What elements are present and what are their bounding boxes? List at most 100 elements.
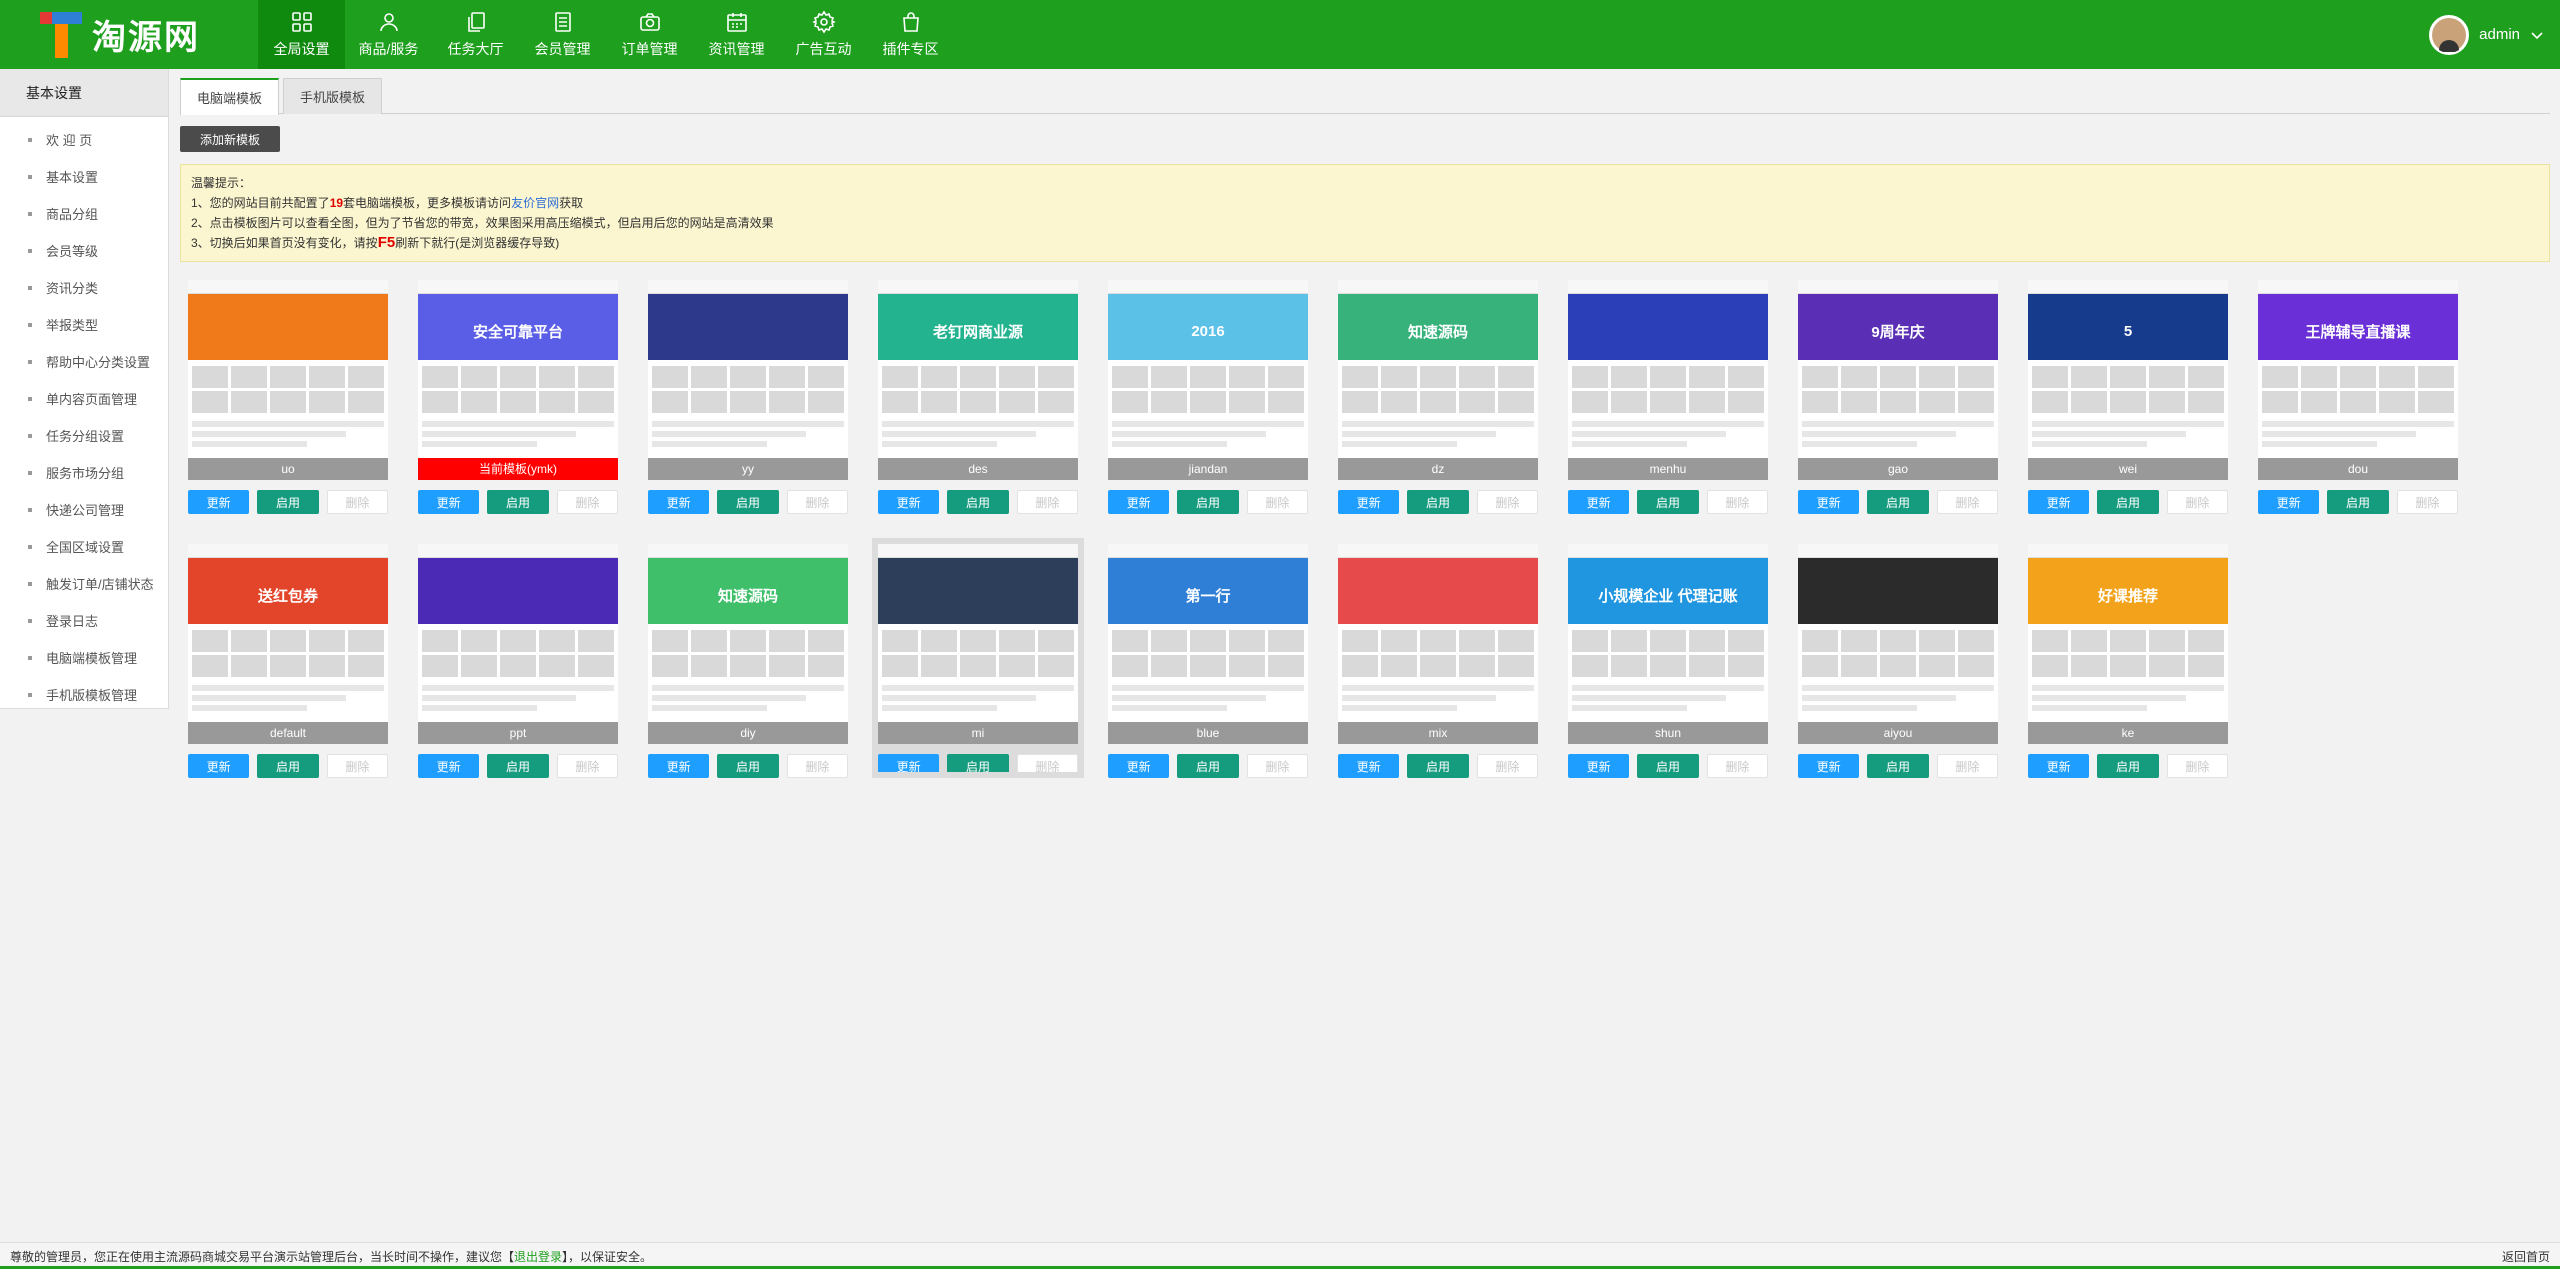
enable-button[interactable]: 启用 xyxy=(1637,754,1699,778)
enable-button[interactable]: 启用 xyxy=(947,754,1009,778)
enable-button[interactable]: 启用 xyxy=(1177,754,1239,778)
nav-item-5[interactable]: 资讯管理 xyxy=(693,0,780,69)
update-button[interactable]: 更新 xyxy=(1568,754,1630,778)
template-thumbnail[interactable]: uo xyxy=(188,280,388,480)
delete-button[interactable]: 删除 xyxy=(1706,490,1768,514)
nav-item-3[interactable]: 会员管理 xyxy=(519,0,606,69)
delete-button[interactable]: 删除 xyxy=(556,754,618,778)
update-button[interactable]: 更新 xyxy=(188,490,250,514)
tab-mobile-templates[interactable]: 手机版模板 xyxy=(283,78,383,114)
update-button[interactable]: 更新 xyxy=(188,754,250,778)
sidebar-item[interactable]: 手机版模板管理 xyxy=(0,676,168,713)
update-button[interactable]: 更新 xyxy=(1798,754,1860,778)
template-thumbnail[interactable]: aiyou xyxy=(1798,544,1998,744)
update-button[interactable]: 更新 xyxy=(648,754,710,778)
template-thumbnail[interactable]: 送红包券 default xyxy=(188,544,388,744)
delete-button[interactable]: 删除 xyxy=(1016,754,1078,778)
update-button[interactable]: 更新 xyxy=(1568,490,1630,514)
enable-button[interactable]: 启用 xyxy=(1407,490,1469,514)
sidebar-item[interactable]: 欢 迎 页 xyxy=(0,121,168,158)
enable-button[interactable]: 启用 xyxy=(2097,754,2159,778)
template-thumbnail[interactable]: 2016 jiandan xyxy=(1108,280,1308,480)
update-button[interactable]: 更新 xyxy=(1338,490,1400,514)
delete-button[interactable]: 删除 xyxy=(786,754,848,778)
update-button[interactable]: 更新 xyxy=(1798,490,1860,514)
enable-button[interactable]: 启用 xyxy=(1867,754,1929,778)
nav-item-7[interactable]: 插件专区 xyxy=(867,0,954,69)
delete-button[interactable]: 删除 xyxy=(1936,490,1998,514)
enable-button[interactable]: 启用 xyxy=(717,754,779,778)
update-button[interactable]: 更新 xyxy=(2028,754,2090,778)
delete-button[interactable]: 删除 xyxy=(1706,754,1768,778)
sidebar-item[interactable]: 触发订单/店铺状态 xyxy=(0,565,168,602)
enable-button[interactable]: 启用 xyxy=(2327,490,2389,514)
update-button[interactable]: 更新 xyxy=(418,490,480,514)
update-button[interactable]: 更新 xyxy=(648,490,710,514)
sidebar-item[interactable]: 任务分组设置 xyxy=(0,417,168,454)
template-thumbnail[interactable]: mix xyxy=(1338,544,1538,744)
delete-button[interactable]: 删除 xyxy=(2166,754,2228,778)
enable-button[interactable]: 启用 xyxy=(717,490,779,514)
delete-button[interactable]: 删除 xyxy=(1936,754,1998,778)
template-thumbnail[interactable]: mi xyxy=(878,544,1078,744)
template-thumbnail[interactable]: 好课推荐 ke xyxy=(2028,544,2228,744)
enable-button[interactable]: 启用 xyxy=(487,754,549,778)
sidebar-item[interactable]: 举报类型 xyxy=(0,306,168,343)
sidebar-item[interactable]: 服务市场分组 xyxy=(0,454,168,491)
update-button[interactable]: 更新 xyxy=(878,754,940,778)
template-thumbnail[interactable]: 小规模企业 代理记账 shun xyxy=(1568,544,1768,744)
nav-item-4[interactable]: 订单管理 xyxy=(606,0,693,69)
delete-button[interactable]: 删除 xyxy=(1246,754,1308,778)
user-menu[interactable]: admin xyxy=(2429,0,2544,69)
chevron-down-icon[interactable] xyxy=(2530,28,2544,42)
template-thumbnail[interactable]: 安全可靠平台 当前模板(ymk) xyxy=(418,280,618,480)
template-thumbnail[interactable]: 5 wei xyxy=(2028,280,2228,480)
delete-button[interactable]: 删除 xyxy=(786,490,848,514)
template-thumbnail[interactable]: 王牌辅导直播课 dou xyxy=(2258,280,2458,480)
enable-button[interactable]: 启用 xyxy=(1867,490,1929,514)
delete-button[interactable]: 删除 xyxy=(1016,490,1078,514)
delete-button[interactable]: 删除 xyxy=(1476,490,1538,514)
nav-item-6[interactable]: 广告互动 xyxy=(780,0,867,69)
sidebar-item[interactable]: 全国区域设置 xyxy=(0,528,168,565)
enable-button[interactable]: 启用 xyxy=(947,490,1009,514)
sidebar-item[interactable]: 基本设置 xyxy=(0,158,168,195)
update-button[interactable]: 更新 xyxy=(1338,754,1400,778)
official-site-link[interactable]: 友价官网 xyxy=(511,196,559,210)
delete-button[interactable]: 删除 xyxy=(2166,490,2228,514)
enable-button[interactable]: 启用 xyxy=(1407,754,1469,778)
username[interactable]: admin xyxy=(2479,26,2520,43)
enable-button[interactable]: 启用 xyxy=(257,490,319,514)
add-template-button[interactable]: 添加新模板 xyxy=(180,126,280,152)
sidebar-item[interactable]: 商品分组 xyxy=(0,195,168,232)
sidebar-item[interactable]: 单内容页面管理 xyxy=(0,380,168,417)
template-thumbnail[interactable]: 知速源码 diy xyxy=(648,544,848,744)
sidebar-item[interactable]: 资讯分类 xyxy=(0,269,168,306)
update-button[interactable]: 更新 xyxy=(1108,490,1170,514)
update-button[interactable]: 更新 xyxy=(418,754,480,778)
delete-button[interactable]: 删除 xyxy=(556,490,618,514)
sidebar-item[interactable]: 快递公司管理 xyxy=(0,491,168,528)
update-button[interactable]: 更新 xyxy=(2028,490,2090,514)
template-thumbnail[interactable]: ppt xyxy=(418,544,618,744)
enable-button[interactable]: 启用 xyxy=(2097,490,2159,514)
sidebar-item[interactable]: 登录日志 xyxy=(0,602,168,639)
template-thumbnail[interactable]: yy xyxy=(648,280,848,480)
tab-pc-templates[interactable]: 电脑端模板 xyxy=(180,78,280,115)
enable-button[interactable]: 启用 xyxy=(257,754,319,778)
logout-link[interactable]: 退出登录 xyxy=(514,1248,562,1265)
delete-button[interactable]: 删除 xyxy=(1476,754,1538,778)
enable-button[interactable]: 启用 xyxy=(1637,490,1699,514)
update-button[interactable]: 更新 xyxy=(1108,754,1170,778)
delete-button[interactable]: 删除 xyxy=(326,490,388,514)
template-thumbnail[interactable]: 知速源码 dz xyxy=(1338,280,1538,480)
nav-item-1[interactable]: 商品/服务 xyxy=(345,0,432,69)
delete-button[interactable]: 删除 xyxy=(1246,490,1308,514)
avatar[interactable] xyxy=(2429,14,2470,55)
enable-button[interactable]: 启用 xyxy=(487,490,549,514)
update-button[interactable]: 更新 xyxy=(878,490,940,514)
sidebar-item[interactable]: 电脑端模板管理 xyxy=(0,639,168,676)
nav-item-0[interactable]: 全局设置 xyxy=(258,0,345,69)
nav-item-2[interactable]: 任务大厅 xyxy=(432,0,519,69)
logo[interactable]: 淘源网 xyxy=(0,0,258,69)
